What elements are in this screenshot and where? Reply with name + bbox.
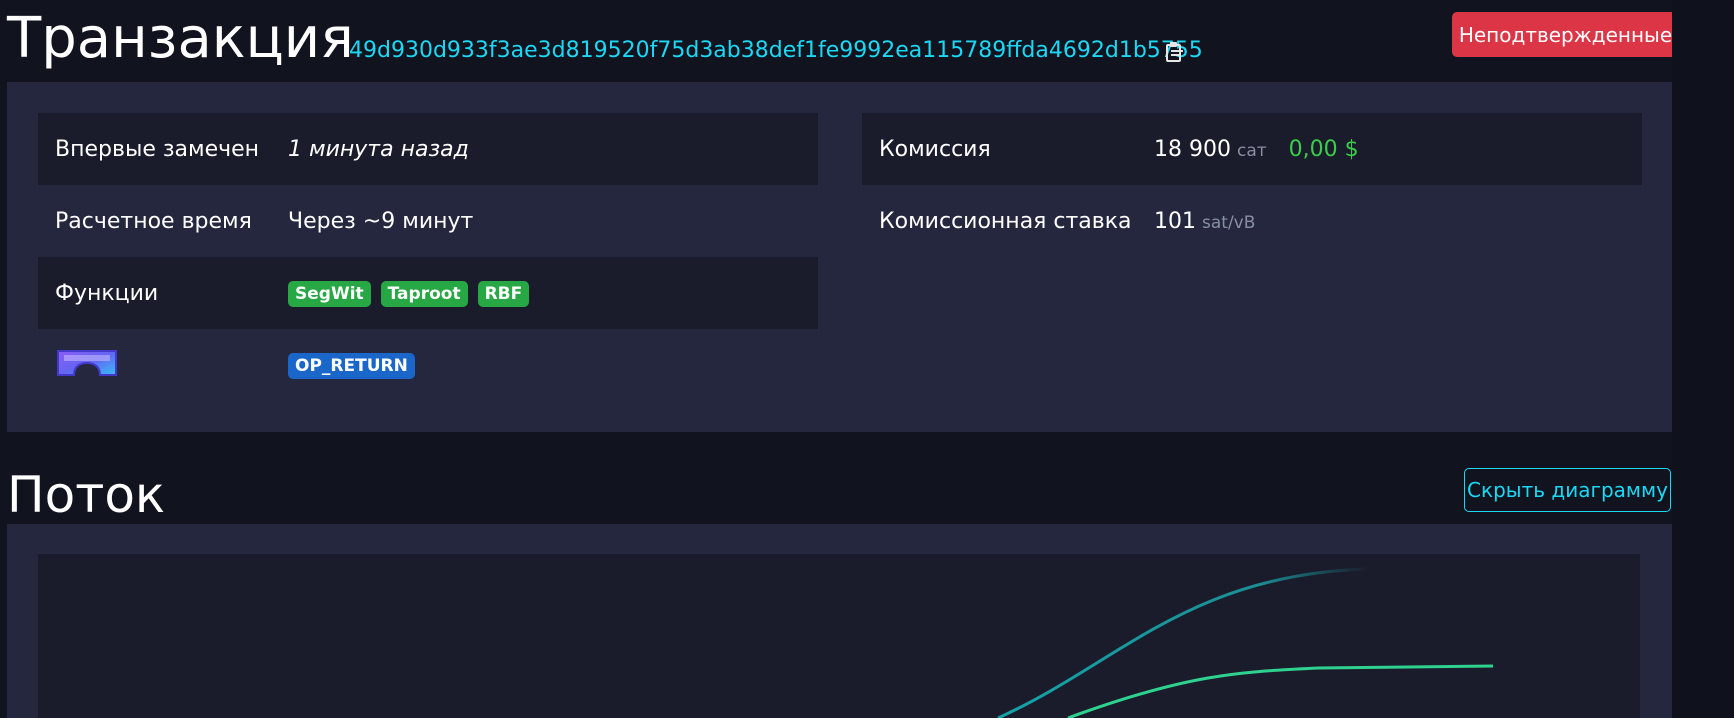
unconfirmed-status-button[interactable]: Неподтвержденные bbox=[1452, 12, 1679, 57]
fee-rate-group: 101 sat/vB bbox=[1154, 209, 1255, 234]
hide-diagram-button[interactable]: Скрыть диаграмму bbox=[1464, 468, 1671, 512]
features-label: Функции bbox=[55, 280, 159, 306]
flow-panel bbox=[7, 524, 1672, 718]
first-seen-row: Впервые замечен 1 минута назад bbox=[38, 113, 818, 185]
fee-label: Комиссия bbox=[879, 136, 991, 162]
eta-value: Через ~9 минут bbox=[288, 208, 474, 234]
flow-diagram[interactable] bbox=[38, 554, 1640, 718]
fee-rate-value: 101 bbox=[1154, 208, 1196, 234]
transaction-id-link[interactable]: 49d930d933f3ae3d819520f75d3ab38def1fe999… bbox=[349, 38, 1203, 63]
eta-label: Расчетное время bbox=[55, 208, 252, 234]
eta-row: Расчетное время Через ~9 минут bbox=[38, 185, 818, 257]
copy-icon[interactable] bbox=[1164, 40, 1186, 64]
goggles-icon[interactable] bbox=[56, 347, 118, 379]
taproot-badge[interactable]: Taproot bbox=[380, 280, 468, 307]
features-row: Функции SegWit Taproot RBF bbox=[38, 257, 818, 329]
fee-rate-row: Комиссионная ставка 101 sat/vB bbox=[862, 185, 1642, 257]
features-badges: SegWit Taproot RBF bbox=[288, 280, 532, 307]
fee-row: Комиссия 18 900 сат 0,00 $ bbox=[862, 113, 1642, 185]
fee-value-group: 18 900 сат 0,00 $ bbox=[1154, 137, 1359, 162]
transaction-details-panel: Впервые замечен 1 минута назад Расчетное… bbox=[7, 82, 1672, 432]
page-title: Транзакция bbox=[7, 6, 354, 71]
page-scrollbar-track[interactable] bbox=[1672, 0, 1734, 718]
flow-section-title: Поток bbox=[7, 466, 166, 524]
rbf-badge[interactable]: RBF bbox=[477, 280, 530, 307]
segwit-badge[interactable]: SegWit bbox=[288, 280, 371, 307]
page-header: Транзакция 49d930d933f3ae3d819520f75d3ab… bbox=[7, 0, 1679, 82]
fee-fiat: 0,00 $ bbox=[1288, 136, 1359, 162]
first-seen-label: Впервые замечен bbox=[55, 136, 260, 162]
fee-unit: сат bbox=[1236, 140, 1267, 161]
extra-features-row: OP_RETURN bbox=[38, 329, 818, 401]
fee-value: 18 900 bbox=[1154, 136, 1231, 162]
first-seen-value: 1 минута назад bbox=[288, 136, 469, 162]
op-return-badge[interactable]: OP_RETURN bbox=[288, 352, 415, 379]
fee-rate-unit: sat/vB bbox=[1202, 212, 1256, 233]
fee-rate-label: Комиссионная ставка bbox=[879, 208, 1132, 234]
op-return-badge-wrap: OP_RETURN bbox=[288, 352, 418, 379]
flow-line-output-1 bbox=[997, 567, 1369, 718]
flow-line-output-2 bbox=[1067, 664, 1494, 718]
